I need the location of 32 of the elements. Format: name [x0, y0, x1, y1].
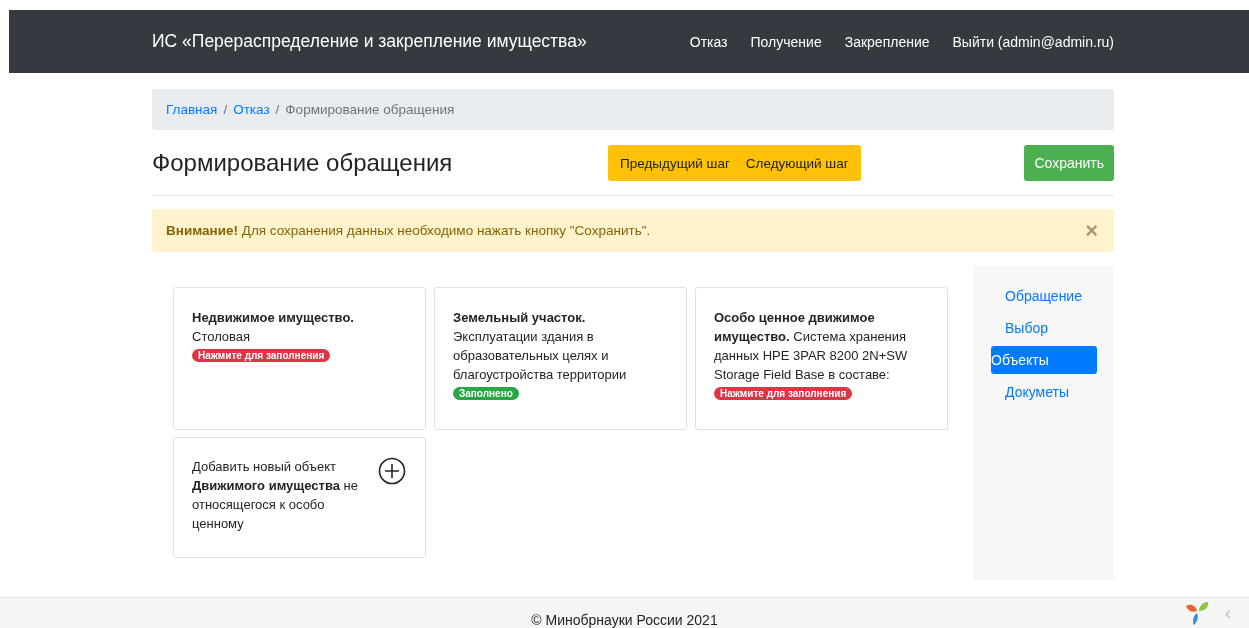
object-card[interactable]: Недвижимое имущество. Столовая Нажмите для заполнения — [173, 287, 426, 430]
breadcrumb-separator: / — [275, 102, 280, 117]
breadcrumb-link[interactable]: Отказ — [233, 102, 270, 117]
breadcrumb-separator: / — [223, 102, 228, 117]
sidebar-nav-item[interactable]: Выбор — [991, 314, 1097, 342]
card-text: Недвижимое имущество. Столовая — [192, 309, 355, 346]
object-card[interactable]: Земельный участок. Эксплуатации здания в образовательных целях и благоустройства территории Заполнено — [434, 287, 687, 430]
card-text: Добавить новый объект Движимого имущества не относящегося к особо ценному — [192, 458, 359, 533]
nav-link[interactable]: Отказ — [689, 33, 728, 50]
nav-link[interactable]: Получение — [750, 33, 822, 50]
card-text: Особо ценное движимое имущество. Система хранения данных HPE 3PAR 8200 2N+SW Storage Field Base в составе: — [714, 309, 909, 384]
alert-message: Внимание! Для сохранения данных необходимо нажать кнопку "Сохранить". — [166, 223, 651, 238]
close-button[interactable]: × — [1085, 217, 1098, 244]
sidebar-nav-item[interactable]: Обращение — [991, 282, 1097, 310]
status-badge[interactable]: Нажмите для заполнения — [192, 349, 331, 362]
object-card[interactable]: Особо ценное движимое имущество. Система хранения данных HPE 3PAR 8200 2N+SW Storage Field Base в составе: Нажмите для заполнения — [695, 287, 948, 430]
add-object-card[interactable]: Добавить новый объект Движимого имущества не относящегося к особо ценному — [173, 437, 426, 558]
card-text: Земельный участок. Эксплуатации здания в образовательных целях и благоустройства территории — [453, 309, 628, 384]
copyright-text: © Минобрнауки России 2021 — [531, 612, 718, 628]
breadcrumb-link[interactable]: Главная — [166, 102, 218, 117]
leaf-logo-icon[interactable] — [1185, 600, 1211, 626]
nav-link[interactable]: Закрепление — [844, 33, 930, 50]
breadcrumb-current: Формирование обращения — [285, 102, 455, 117]
sidebar-nav-item[interactable]: Объекты — [991, 346, 1097, 374]
nav-link[interactable]: Выйти (admin@admin.ru) — [952, 33, 1114, 50]
status-badge[interactable]: Нажмите для заполнения — [714, 387, 853, 400]
sidebar-nav-item[interactable]: Докуметы — [991, 378, 1097, 406]
status-badge[interactable]: Заполнено — [453, 387, 519, 400]
page-title: Формирование обращения — [152, 149, 454, 177]
brand-link[interactable]: ИС «Перераспределение и закрепление имущества» — [152, 31, 587, 52]
plus-circle-icon[interactable] — [378, 457, 406, 485]
save-button[interactable]: Сохранить — [1024, 145, 1114, 181]
